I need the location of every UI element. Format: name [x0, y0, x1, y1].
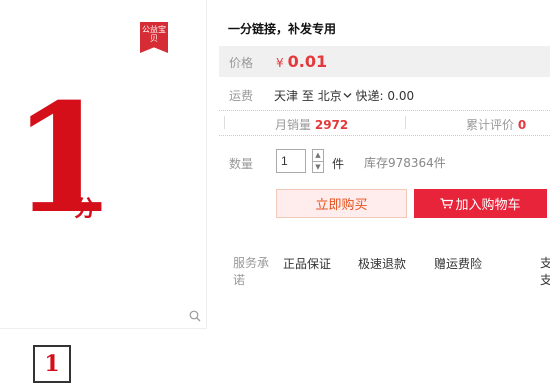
ship-from: 天津 — [274, 89, 299, 103]
service-label: 服务承诺 — [233, 256, 270, 287]
hero-digit: 1 — [12, 71, 117, 247]
quantity-stepper[interactable]: ▲ ▼ — [312, 149, 324, 173]
service-item[interactable]: 赠运费险 — [434, 255, 482, 272]
chevron-down-icon — [343, 93, 352, 98]
review-count[interactable]: 累计评价 0 — [466, 116, 526, 133]
service-item-cutoff: 支支 — [540, 256, 550, 287]
ship-method: 快递: 0.00 — [355, 89, 415, 103]
price-value: ¥0.01 — [276, 52, 327, 71]
stock-count: 库存978364件 — [364, 156, 446, 170]
search-icon[interactable] — [189, 310, 201, 322]
divider — [224, 116, 225, 129]
review-count-label: 累计评价 — [466, 118, 515, 132]
thumbnail[interactable]: 1 — [33, 345, 71, 383]
hero-unit: 分 — [74, 197, 97, 222]
price-bar — [219, 46, 550, 77]
add-to-cart-label: 加入购物车 — [455, 198, 521, 213]
thumbnail-digit: 1 — [44, 351, 60, 377]
buy-now-label: 立即购买 — [315, 198, 368, 213]
currency-symbol: ¥ — [276, 56, 284, 70]
review-count-value: 0 — [517, 118, 527, 132]
cart-icon — [440, 198, 454, 209]
product-title: 一分链接，补发专用 — [228, 22, 337, 36]
add-to-cart-button[interactable]: 加入购物车 — [414, 189, 547, 218]
price-label: 价格 — [229, 56, 254, 70]
price-amount: 0.01 — [287, 52, 328, 71]
monthly-sales: 月销量 2972 — [275, 116, 348, 133]
divider — [405, 116, 406, 129]
ship-to-selector[interactable]: 北京 — [318, 89, 352, 103]
shipping-label: 运费 — [229, 89, 254, 103]
quantity-unit: 件 — [332, 157, 345, 171]
monthly-sales-value: 2972 — [314, 118, 349, 132]
quantity-label: 数量 — [229, 157, 254, 171]
service-item[interactable]: 极速退款 — [358, 255, 406, 272]
quantity-input[interactable] — [276, 149, 306, 173]
buy-now-button[interactable]: 立即购买 — [276, 189, 407, 218]
ship-to: 北京 — [317, 89, 342, 103]
decrease-icon[interactable]: ▼ — [313, 161, 323, 173]
service-item[interactable]: 正品保证 — [283, 255, 331, 272]
monthly-sales-label: 月销量 — [275, 118, 312, 132]
shipping-info: 天津 至 北京 快递: 0.00 — [274, 87, 414, 104]
ship-to-word: 至 — [301, 89, 314, 103]
increase-icon[interactable]: ▲ — [313, 150, 323, 161]
